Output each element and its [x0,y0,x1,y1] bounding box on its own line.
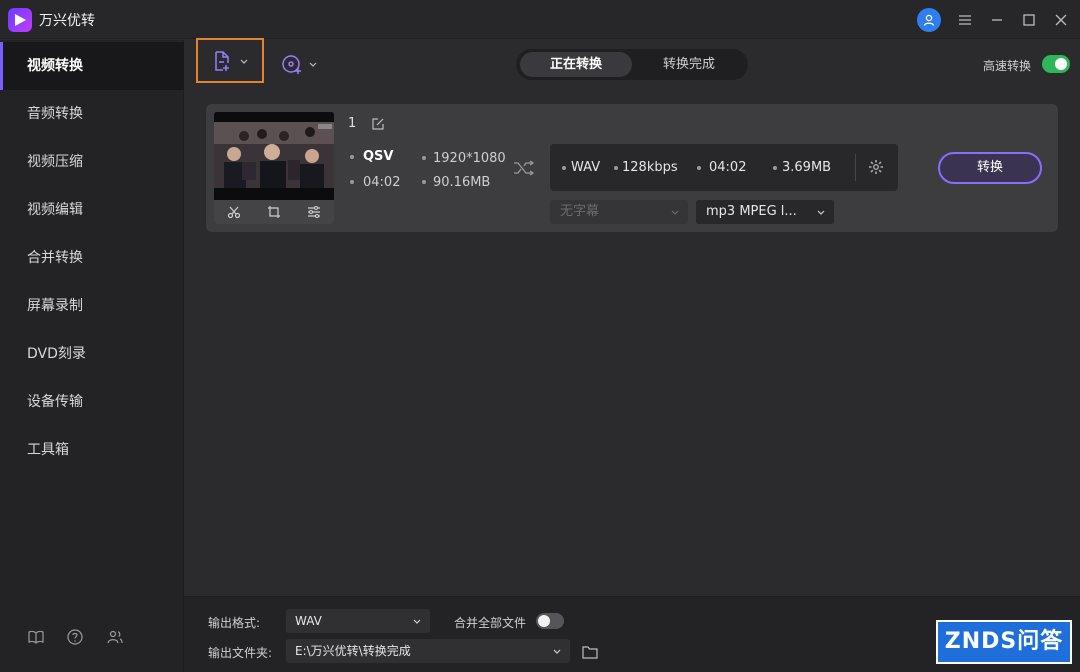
source-format: QSV [363,149,394,164]
sidebar-item-video-compress[interactable]: 视频压缩 [0,138,184,186]
file-index: 1 [348,116,357,131]
crop-icon[interactable] [267,205,281,219]
output-duration: 04:02 [709,160,747,175]
high-speed-label: 高速转换 [983,59,1032,73]
chevron-down-icon [817,210,825,215]
sidebar-item-audio-convert[interactable]: 音频转换 [0,90,184,138]
app-title: 万兴优转 [39,13,95,29]
output-format-label: 输出格式: [208,616,261,630]
sidebar-item-video-convert[interactable]: 视频转换 [0,42,184,90]
chevron-down-icon [413,619,421,624]
bullet [614,166,618,170]
thumbnail-toolbar [214,200,334,224]
output-folder-select[interactable]: E:\万兴优转\转换完成 [286,639,570,663]
merge-all-toggle[interactable] [536,613,564,629]
minimize-icon[interactable] [985,8,1009,32]
output-folder-label: 输出文件夹: [208,646,273,660]
sidebar-item-dvd-burn[interactable]: DVD刻录 [0,330,184,378]
watermark-logo: ZNDS问答 [936,620,1072,664]
output-format-select[interactable]: WAV [286,609,430,633]
chevron-down-icon [671,210,679,215]
dvd-add-icon [282,55,301,74]
output-bitrate: 128kbps [622,160,678,175]
maximize-icon[interactable] [1017,8,1041,32]
sidebar: 视频转换 音频转换 视频压缩 视频编辑 合并转换 屏幕录制 DVD刻录 设备传输… [0,40,184,672]
tab-converting[interactable]: 正在转换 [520,52,632,77]
output-format: WAV [571,160,601,175]
merge-all-label: 合并全部文件 [454,616,527,630]
rename-icon[interactable] [371,116,385,135]
audio-track-select[interactable]: mp3 MPEG l... [696,200,834,224]
trim-icon[interactable] [227,205,241,219]
source-size: 90.16MB [433,175,491,190]
sidebar-item-screen-record[interactable]: 屏幕录制 [0,282,184,330]
bullet [562,166,566,170]
subtitle-select-value: 无字幕 [560,204,600,219]
menu-icon[interactable] [953,8,977,32]
help-icon[interactable] [66,628,84,646]
convert-button[interactable]: 转换 [938,152,1042,184]
bullet [773,166,777,170]
title-bar: 万兴优转 [0,0,1080,39]
high-speed-toggle[interactable] [1042,55,1070,73]
subtitle-select: 无字幕 [550,200,688,224]
sidebar-item-video-edit[interactable]: 视频编辑 [0,186,184,234]
output-size: 3.69MB [782,160,832,175]
effects-icon[interactable] [307,205,321,219]
sidebar-item-merge-convert[interactable]: 合并转换 [0,234,184,282]
sidebar-item-device-transfer[interactable]: 设备传输 [0,378,184,426]
bullet [350,155,354,159]
add-file-icon [215,50,229,71]
community-icon[interactable] [106,628,124,646]
output-settings-box[interactable]: WAV 128kbps 04:02 3.69MB [550,144,898,191]
source-resolution: 1920*1080 [433,151,506,166]
add-file-button[interactable] [196,38,264,83]
status-tabs: 正在转换 转换完成 [516,49,748,80]
chevron-down-icon [240,59,248,64]
audio-track-select-value: mp3 MPEG l... [706,204,797,219]
bullet [422,180,426,184]
folder-icon[interactable] [582,644,598,663]
bullet [422,156,426,160]
bullet [350,180,354,184]
gear-icon[interactable] [868,159,884,179]
close-icon[interactable] [1049,8,1073,32]
source-duration: 04:02 [363,175,401,190]
chevron-down-icon [553,649,561,654]
app-logo-icon [8,8,32,32]
tab-converted[interactable]: 转换完成 [634,52,744,77]
add-dvd-button[interactable] [280,50,324,78]
video-thumbnail[interactable] [214,112,334,224]
bullet [697,166,701,170]
output-folder-path: E:\万兴优转\转换完成 [295,644,411,658]
user-account-icon[interactable] [917,8,941,32]
thumbnail-image [214,112,334,200]
book-icon[interactable] [27,628,45,646]
output-format-select-value: WAV [295,614,322,628]
file-item-card: 1 QSV 1920*1080 04:02 90.16MB WAV 128kbp… [206,104,1058,232]
convert-arrow-icon [513,160,535,180]
app-window: 万兴优转 视频转换 音频转换 视频压缩 视频编辑 合并转换 屏幕录制 DVD刻录… [0,0,1080,672]
divider [855,154,856,181]
sidebar-item-toolbox[interactable]: 工具箱 [0,426,184,474]
chevron-down-icon [309,62,317,67]
